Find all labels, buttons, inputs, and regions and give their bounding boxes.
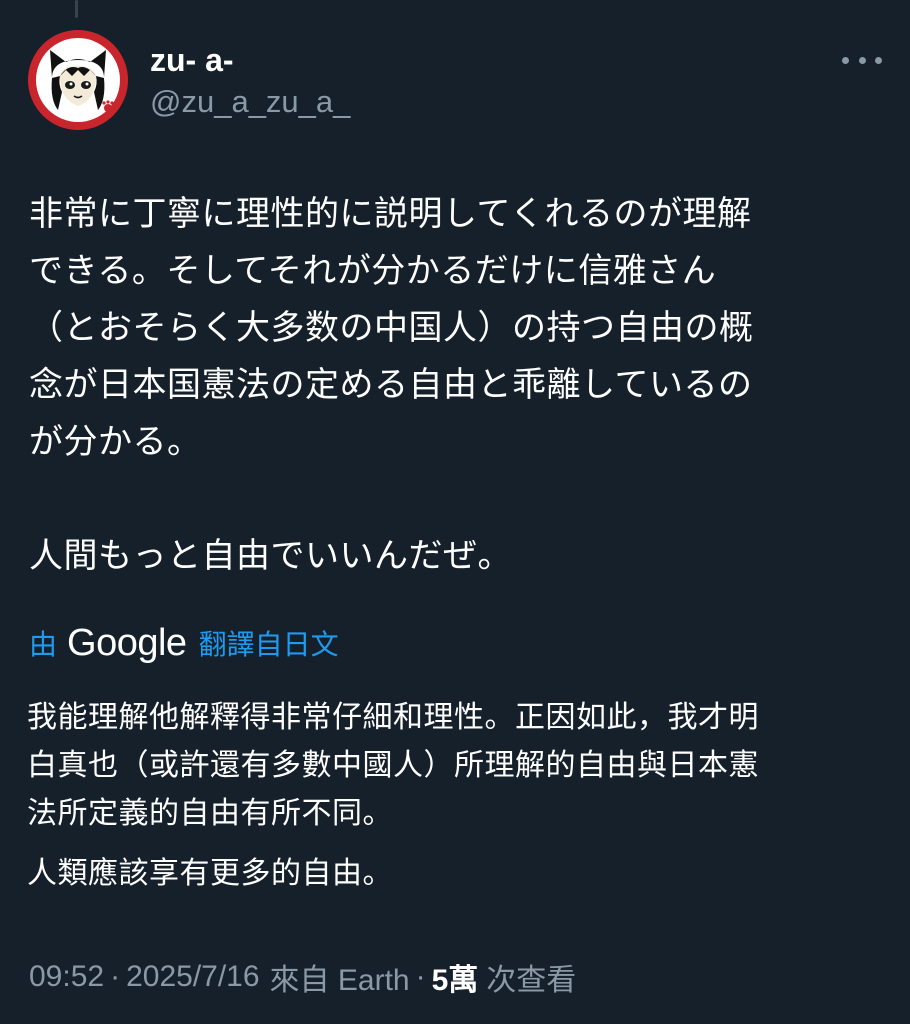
thread-connector-line (75, 0, 78, 18)
user-info: zu- a- @zu_a_zu_a_ (150, 42, 350, 122)
tweet-text-line: 念が日本国憲法の定める自由と乖離しているの (29, 365, 753, 405)
tweet-text-line: （とおそらく大多数の中国人）の持つ自由の概 (29, 308, 754, 348)
views-label[interactable]: 次查看 (486, 955, 576, 999)
translation-prefix: 由 (29, 628, 58, 661)
tweet-time[interactable]: 09:52 (29, 960, 104, 994)
translated-paragraph: 我能理解他解釋得非常仔細和理性。正因如此，我才明 白真也（或許還有多數中國人）所… (27, 694, 877, 838)
avatar-image (28, 30, 128, 130)
translated-text-line: 白真也（或許還有多數中國人）所理解的自由與日本憲 (27, 748, 759, 783)
tweet-paragraph: 非常に丁寧に理性的に説明してくれるのが理解 できる。そしてそれが分かるだけに信雅… (29, 186, 879, 471)
meta-separator: · (110, 960, 121, 993)
views-count[interactable]: 5萬 (432, 955, 479, 999)
tweet-date[interactable]: 2025/7/16 (126, 960, 259, 994)
user-handle[interactable]: @zu_a_zu_a_ (150, 82, 350, 122)
translated-text-line: 我能理解他解釋得非常仔細和理性。正因如此，我才明 (27, 700, 759, 735)
meta-separator: · (415, 960, 426, 993)
translation-attribution[interactable]: 由 Google 翻譯自日文 (29, 618, 339, 668)
more-icon-dot (875, 56, 882, 64)
display-name[interactable]: zu- a- (150, 42, 350, 78)
tweet-metadata: 09:52 · 2025/7/16 來自 Earth · 5萬 次查看 (29, 952, 576, 1002)
more-options-button[interactable] (842, 48, 882, 72)
google-logo: Google (67, 621, 187, 664)
more-icon-dot (858, 56, 866, 64)
translated-text: 我能理解他解釋得非常仔細和理性。正因如此，我才明 白真也（或許還有多數中國人）所… (27, 694, 877, 898)
tweet-header: zu- a- @zu_a_zu_a_ (28, 30, 882, 130)
translated-text-line: 法所定義的自由有所不同。 (27, 796, 393, 831)
tweet-text-line: 非常に丁寧に理性的に説明してくれるのが理解 (29, 194, 752, 234)
translation-source-label[interactable]: 翻譯自日文 (199, 623, 339, 663)
more-icon (842, 56, 849, 64)
tweet-text-line: できる。そしてそれが分かるだけに信雅さん (29, 251, 717, 291)
tweet-text-line: が分かる。 (29, 422, 202, 462)
tweet-text: 非常に丁寧に理性的に説明してくれるのが理解 できる。そしてそれが分かるだけに信雅… (29, 186, 879, 585)
tweet-paragraph: 人間もっと自由でいいんだぜ。 (29, 536, 512, 576)
tweet-source: 來自 Earth (269, 964, 410, 997)
translated-paragraph: 人類應該享有更多的自由。 (27, 856, 393, 891)
avatar[interactable] (28, 30, 128, 130)
